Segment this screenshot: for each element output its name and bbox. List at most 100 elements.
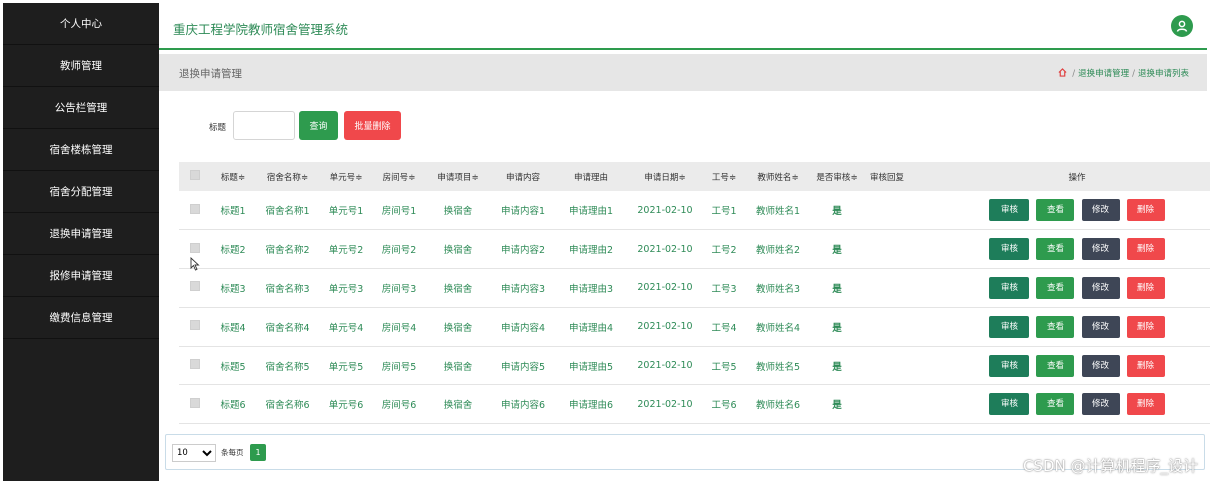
cell-date: 2021-02-10 (637, 398, 693, 410)
cell-room: 房间号1 (381, 206, 417, 218)
table-row: 标题6 宿舍名称6 单元号6 房间号6 换宿舍 申请内容6 申请理由6 2021-02-10 工… (179, 385, 1210, 424)
column-header-unit[interactable]: 单元号≑ (320, 162, 372, 191)
cell-room: 房间号2 (381, 245, 417, 257)
cell-date: 2021-02-10 (637, 282, 693, 294)
row-select-cell[interactable] (179, 385, 211, 424)
edit-button[interactable]: 修改 (1081, 238, 1120, 261)
cell-date: 2021-02-10 (637, 360, 693, 372)
column-header-reason: 申请理由 (573, 172, 608, 183)
view-button[interactable]: 查看 (1036, 315, 1075, 338)
audit-button[interactable]: 审核 (989, 393, 1030, 416)
cell-reason: 申请理由1 (568, 206, 614, 218)
breadcrumb-item-manage[interactable]: 退换申请管理 (1078, 69, 1129, 79)
column-header-item[interactable]: 申请项目≑ (426, 162, 490, 191)
row-select-cell[interactable] (179, 346, 211, 385)
table-row: 标题1 宿舍名称1 单元号1 房间号1 换宿舍 申请内容1 申请理由1 2021-02-10 工… (179, 191, 1210, 230)
table-row: 标题2 宿舍名称2 单元号2 房间号2 换宿舍 申请内容2 申请理由2 2021-02-10 工… (179, 230, 1210, 269)
row-checkbox[interactable] (190, 320, 200, 331)
search-input[interactable] (233, 111, 295, 140)
sidebar-item-teachers[interactable]: 教师管理 (3, 45, 159, 87)
sidebar-item-repair[interactable]: 报修申请管理 (3, 255, 159, 297)
breadcrumb: / 退换申请管理 / 退换申请列表 (1058, 67, 1189, 79)
row-actions: 审核 查看 修改 删除 (912, 385, 1210, 424)
cell-reply (862, 307, 912, 346)
column-header-title[interactable]: 标题≑ (211, 162, 255, 191)
cell-room: 房间号3 (381, 283, 417, 295)
sidebar-item-allocation[interactable]: 宿舍分配管理 (3, 171, 159, 213)
page-button-1[interactable]: 1 (250, 444, 266, 461)
cell-audited: 是 (832, 283, 842, 295)
sort-icon: ≑ (791, 172, 799, 183)
cell-reason: 申请理由5 (568, 361, 614, 373)
delete-button[interactable]: 删除 (1126, 354, 1165, 377)
cell-dorm: 宿舍名称4 (265, 322, 310, 334)
view-button[interactable]: 查看 (1036, 354, 1075, 377)
view-button[interactable]: 查看 (1036, 393, 1075, 416)
row-checkbox[interactable] (190, 242, 200, 253)
breadcrumb-separator: / (1072, 69, 1076, 79)
delete-button[interactable]: 删除 (1126, 315, 1165, 338)
row-select-cell[interactable] (179, 269, 211, 308)
column-header-date[interactable]: 申请日期≑ (626, 162, 704, 191)
column-header-teacher[interactable]: 教师姓名≑ (744, 162, 812, 191)
sort-icon: ≑ (355, 172, 363, 183)
audit-button[interactable]: 审核 (989, 238, 1030, 261)
delete-button[interactable]: 删除 (1126, 199, 1165, 222)
select-all-checkbox[interactable] (190, 170, 200, 180)
edit-button[interactable]: 修改 (1081, 276, 1120, 299)
delete-button[interactable]: 删除 (1126, 238, 1165, 261)
sort-icon: ≑ (237, 172, 246, 183)
cell-item: 换宿舍 (443, 283, 473, 295)
row-actions: 审核 查看 修改 删除 (912, 346, 1210, 385)
row-select-cell[interactable] (179, 307, 211, 346)
audit-button[interactable]: 审核 (989, 315, 1030, 338)
cell-date: 2021-02-10 (637, 204, 693, 216)
row-checkbox[interactable] (190, 281, 200, 292)
user-icon[interactable] (1171, 15, 1193, 37)
row-select-cell[interactable] (179, 191, 211, 230)
row-actions: 审核 查看 修改 删除 (912, 307, 1210, 346)
edit-button[interactable]: 修改 (1081, 393, 1120, 416)
breadcrumb-separator: / (1132, 69, 1135, 79)
cell-item: 换宿舍 (443, 361, 473, 373)
cell-reason: 申请理由2 (568, 245, 614, 257)
top-bar: 重庆工程学院教师宿舍管理系统 (159, 3, 1207, 50)
delete-button[interactable]: 删除 (1126, 393, 1165, 416)
view-button[interactable]: 查看 (1036, 238, 1075, 261)
cell-dorm: 宿舍名称1 (265, 206, 310, 218)
table-row: 标题5 宿舍名称5 单元号5 房间号5 换宿舍 申请内容5 申请理由5 2021-02-10 工… (179, 346, 1210, 385)
column-header-dorm[interactable]: 宿舍名称≑ (255, 162, 320, 191)
home-icon[interactable] (1058, 68, 1067, 77)
audit-button[interactable]: 审核 (989, 199, 1030, 222)
column-header-audited[interactable]: 是否审核≑ (812, 162, 862, 191)
batch-delete-button[interactable]: 批量删除 (344, 111, 401, 140)
row-checkbox[interactable] (190, 359, 200, 370)
column-header-room[interactable]: 房间号≑ (372, 162, 426, 191)
sidebar-item-profile[interactable]: 个人中心 (3, 3, 159, 45)
cell-unit: 单元号2 (328, 245, 364, 257)
edit-button[interactable]: 修改 (1081, 199, 1120, 222)
sidebar-item-notices[interactable]: 公告栏管理 (3, 87, 159, 129)
audit-button[interactable]: 审核 (989, 354, 1030, 377)
sidebar-item-payment[interactable]: 缴费信息管理 (3, 297, 159, 339)
row-checkbox[interactable] (190, 397, 200, 408)
select-all-cell[interactable] (179, 162, 211, 191)
cell-title: 标题6 (220, 400, 246, 412)
sidebar-item-exchange[interactable]: 退换申请管理 (3, 213, 159, 255)
view-button[interactable]: 查看 (1036, 199, 1075, 222)
view-button[interactable]: 查看 (1036, 276, 1075, 299)
edit-button[interactable]: 修改 (1081, 315, 1120, 338)
cell-content: 申请内容1 (500, 206, 546, 218)
breadcrumb-item-list[interactable]: 退换申请列表 (1138, 69, 1189, 79)
row-checkbox[interactable] (190, 203, 200, 214)
sidebar-item-buildings[interactable]: 宿舍楼栋管理 (3, 129, 159, 171)
cell-content: 申请内容2 (500, 245, 546, 257)
delete-button[interactable]: 删除 (1126, 276, 1165, 299)
cell-reply (862, 346, 912, 385)
column-header-actions: 操作 (1068, 172, 1086, 183)
audit-button[interactable]: 审核 (989, 276, 1030, 299)
column-header-job-no[interactable]: 工号≑ (704, 162, 744, 191)
query-button[interactable]: 查询 (299, 111, 338, 140)
page-size-select[interactable]: 10 (172, 444, 216, 462)
edit-button[interactable]: 修改 (1081, 354, 1120, 377)
